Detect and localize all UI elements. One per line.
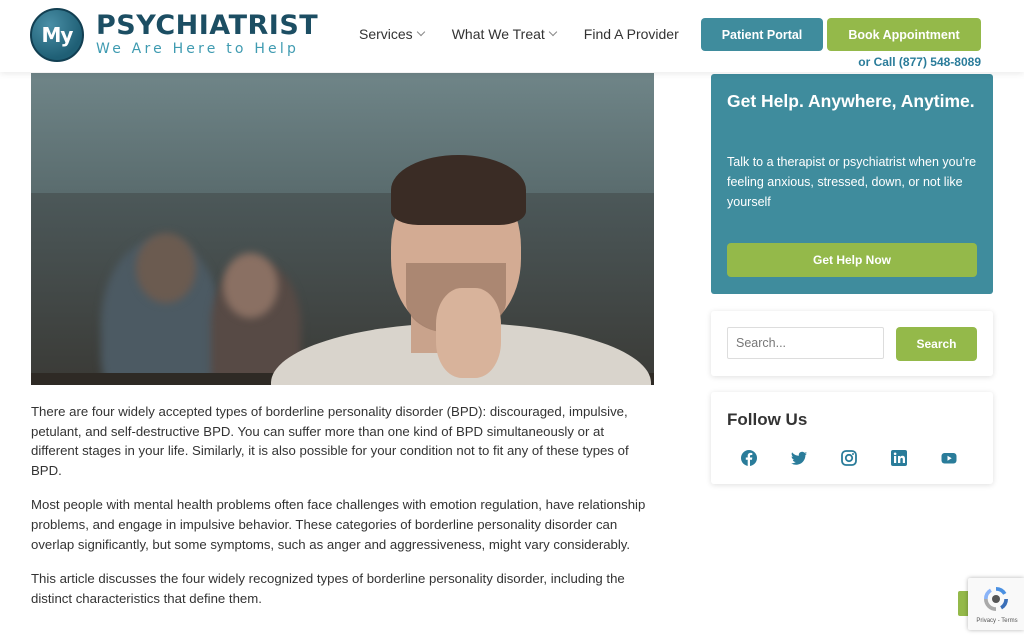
follow-title: Follow Us: [727, 410, 808, 429]
nav-label: Services: [359, 26, 413, 42]
recaptcha-links[interactable]: Privacy - Terms: [970, 618, 1024, 624]
book-appointment-button[interactable]: Book Appointment: [827, 18, 981, 51]
article-body: There are four widely accepted types of …: [31, 402, 653, 623]
nav-label: Find A Provider: [583, 26, 679, 42]
nav-item-services[interactable]: Services: [359, 26, 425, 42]
hero-image: [31, 73, 654, 385]
recaptcha-icon: [984, 587, 1008, 611]
search-input[interactable]: [727, 327, 884, 359]
chevron-down-icon: [548, 27, 558, 37]
call-link[interactable]: or Call (877) 548-8089: [858, 55, 981, 69]
twitter-icon[interactable]: [791, 450, 807, 466]
youtube-icon[interactable]: [941, 450, 957, 466]
nav-item-what-we-treat[interactable]: What We Treat: [451, 26, 558, 42]
logo-mark: My: [30, 8, 84, 62]
article-paragraph: There are four widely accepted types of …: [31, 404, 629, 478]
search-widget: Search: [711, 311, 993, 376]
chevron-down-icon: [416, 27, 425, 37]
nav-item-find-a-provider[interactable]: Find A Provider: [584, 26, 679, 42]
get-help-now-button[interactable]: Get Help Now: [727, 243, 977, 277]
get-help-box: Get Help. Anywhere, Anytime. Talk to a t…: [711, 74, 993, 294]
social-links: [741, 450, 957, 466]
help-title: Get Help. Anywhere, Anytime.: [727, 91, 975, 111]
search-button[interactable]: Search: [896, 327, 977, 361]
follow-us-widget: Follow Us: [711, 392, 993, 484]
linkedin-icon[interactable]: [891, 450, 907, 466]
nav-label: What We Treat: [451, 26, 545, 42]
recaptcha-badge: Privacy - Terms: [968, 578, 1024, 630]
site-header: My PSYCHIATRIST We Are Here to Help Serv…: [0, 0, 1024, 72]
instagram-icon[interactable]: [841, 450, 857, 466]
article-paragraph: Most people with mental health problems …: [31, 497, 646, 552]
site-logo[interactable]: My PSYCHIATRIST We Are Here to Help: [30, 8, 318, 62]
main-nav: Services What We Treat Find A Provider: [359, 26, 679, 42]
help-text: Talk to a therapist or psychiatrist when…: [727, 155, 977, 209]
facebook-icon[interactable]: [741, 450, 757, 466]
logo-title: PSYCHIATRIST: [96, 10, 319, 41]
article-paragraph: This article discusses the four widely r…: [31, 571, 625, 606]
patient-portal-button[interactable]: Patient Portal: [701, 18, 823, 51]
logo-tagline: We Are Here to Help: [96, 41, 300, 57]
